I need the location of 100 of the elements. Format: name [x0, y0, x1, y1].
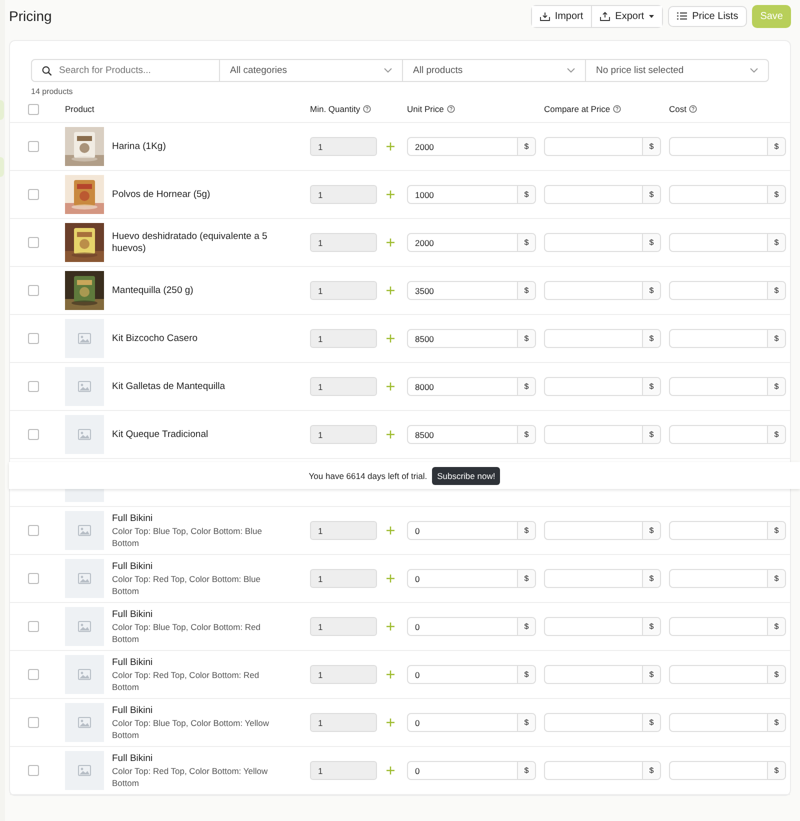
min-quantity-field[interactable]: 1: [310, 185, 377, 204]
currency-label: $: [767, 666, 785, 683]
unit-price-field[interactable]: 8000 $: [407, 377, 536, 396]
product-name: Full Bikini: [112, 752, 154, 764]
min-quantity-field[interactable]: 1: [310, 425, 377, 444]
compare-price-field[interactable]: $: [544, 617, 661, 636]
category-dropdown[interactable]: All categories: [219, 60, 402, 81]
unit-price-field[interactable]: 0 $: [407, 761, 536, 780]
compare-price-field[interactable]: $: [544, 761, 661, 780]
min-quantity-field[interactable]: 1: [310, 329, 377, 348]
unit-price-field[interactable]: 1000 $: [407, 185, 536, 204]
currency-label: $: [517, 234, 535, 251]
product-name: Full Bikini: [112, 608, 154, 620]
cost-field[interactable]: $: [669, 665, 786, 684]
compare-price-field[interactable]: $: [544, 137, 661, 156]
currency-label: $: [767, 378, 785, 395]
compare-price-field[interactable]: $: [544, 281, 661, 300]
min-quantity-field[interactable]: 1: [310, 281, 377, 300]
variant-description: Color Top: Blue Top, Color Bottom: Blue Bottom: [112, 524, 263, 548]
min-quantity-field[interactable]: 1: [310, 713, 377, 732]
currency-label: $: [642, 426, 660, 443]
product-name: Full Bikini: [112, 560, 154, 572]
unit-price-field[interactable]: 8500 $: [407, 425, 536, 444]
product-name: Huevo deshidratado (equivalente a 5 huevos): [112, 230, 268, 254]
cost-field[interactable]: $: [669, 281, 786, 300]
variant-description: Color Top: Blue Top, Color Bottom: Yellow Bottom: [112, 716, 270, 740]
currency-label: $: [767, 234, 785, 251]
column-header: Cost: [669, 104, 686, 114]
compare-price-field[interactable]: $: [544, 233, 661, 252]
currency-label: $: [642, 522, 660, 539]
currency-label: $: [517, 282, 535, 299]
unit-price-field[interactable]: 2000 $: [407, 137, 536, 156]
compare-price-field[interactable]: $: [544, 377, 661, 396]
cost-field[interactable]: $: [669, 137, 786, 156]
price-lists-button[interactable]: Price Lists: [668, 6, 748, 26]
unit-price-field[interactable]: 3500 $: [407, 281, 536, 300]
compare-price-field[interactable]: $: [544, 329, 661, 348]
compare-price-field[interactable]: $: [544, 665, 661, 684]
product-name: Harina (1Kg): [112, 140, 167, 152]
unit-price-field[interactable]: 2000 $: [407, 233, 536, 252]
currency-label: $: [517, 330, 535, 347]
currency-label: $: [642, 186, 660, 203]
min-quantity-field[interactable]: 1: [310, 665, 377, 684]
currency-label: $: [517, 186, 535, 203]
currency-label: $: [767, 330, 785, 347]
cost-field[interactable]: $: [669, 569, 786, 588]
column-header: Product: [65, 104, 96, 114]
page-title: Pricing: [9, 8, 53, 24]
variant-description: Color Top: Blue Top, Color Bottom: Red Bottom: [112, 620, 262, 644]
currency-label: $: [642, 570, 660, 587]
unit-price-field[interactable]: 0 $: [407, 617, 536, 636]
unit-price-field[interactable]: 8500 $: [407, 329, 536, 348]
unit-price-field[interactable]: 0 $: [407, 713, 536, 732]
variant-description: Color Top: Red Top, Color Bottom: Blue Bottom: [112, 572, 262, 596]
unit-price-field[interactable]: 0 $: [407, 569, 536, 588]
cost-field[interactable]: $: [669, 233, 786, 252]
min-quantity-field[interactable]: 1: [310, 377, 377, 396]
compare-price-field[interactable]: $: [544, 713, 661, 732]
cost-field[interactable]: $: [669, 329, 786, 348]
products-dropdown[interactable]: All products: [402, 60, 585, 81]
cost-field[interactable]: $: [669, 185, 786, 204]
cost-field[interactable]: $: [669, 377, 786, 396]
compare-price-field[interactable]: $: [544, 521, 661, 540]
min-quantity-field[interactable]: 1: [310, 761, 377, 780]
cost-field[interactable]: $: [669, 713, 786, 732]
product-name: Kit Queque Tradicional: [112, 428, 210, 440]
subscribe-button[interactable]: Subscribe now!: [432, 466, 500, 484]
currency-label: $: [517, 522, 535, 539]
compare-price-field[interactable]: $: [544, 569, 661, 588]
export-button[interactable]: Export: [591, 6, 662, 26]
min-quantity-field[interactable]: 1: [310, 233, 377, 252]
cost-field[interactable]: $: [669, 761, 786, 780]
currency-label: $: [517, 426, 535, 443]
min-quantity-field[interactable]: 1: [310, 521, 377, 540]
price-list-dropdown[interactable]: No price list selected: [585, 60, 768, 81]
currency-label: $: [517, 570, 535, 587]
currency-label: $: [767, 570, 785, 587]
currency-label: $: [767, 186, 785, 203]
min-quantity-field[interactable]: 1: [310, 569, 377, 588]
cost-field[interactable]: $: [669, 425, 786, 444]
variant-description: Color Top: Red Top, Color Bottom: Yellow Bottom: [112, 764, 269, 788]
compare-price-field[interactable]: $: [544, 425, 661, 444]
min-quantity-field[interactable]: 1: [310, 617, 377, 636]
cost-field[interactable]: $: [669, 521, 786, 540]
currency-label: $: [642, 618, 660, 635]
currency-label: $: [767, 426, 785, 443]
currency-label: $: [517, 378, 535, 395]
currency-label: $: [517, 762, 535, 779]
compare-price-field[interactable]: $: [544, 185, 661, 204]
min-quantity-field[interactable]: 1: [310, 137, 377, 156]
unit-price-field[interactable]: 0 $: [407, 665, 536, 684]
product-name: Full Bikini: [112, 656, 154, 668]
cost-field[interactable]: $: [669, 617, 786, 636]
currency-label: $: [767, 762, 785, 779]
product-name: Full Bikini: [112, 512, 154, 524]
unit-price-field[interactable]: 0 $: [407, 521, 536, 540]
currency-label: $: [642, 762, 660, 779]
currency-label: $: [642, 378, 660, 395]
currency-label: $: [642, 234, 660, 251]
product-name: Kit Bizcocho Casero: [112, 332, 199, 344]
